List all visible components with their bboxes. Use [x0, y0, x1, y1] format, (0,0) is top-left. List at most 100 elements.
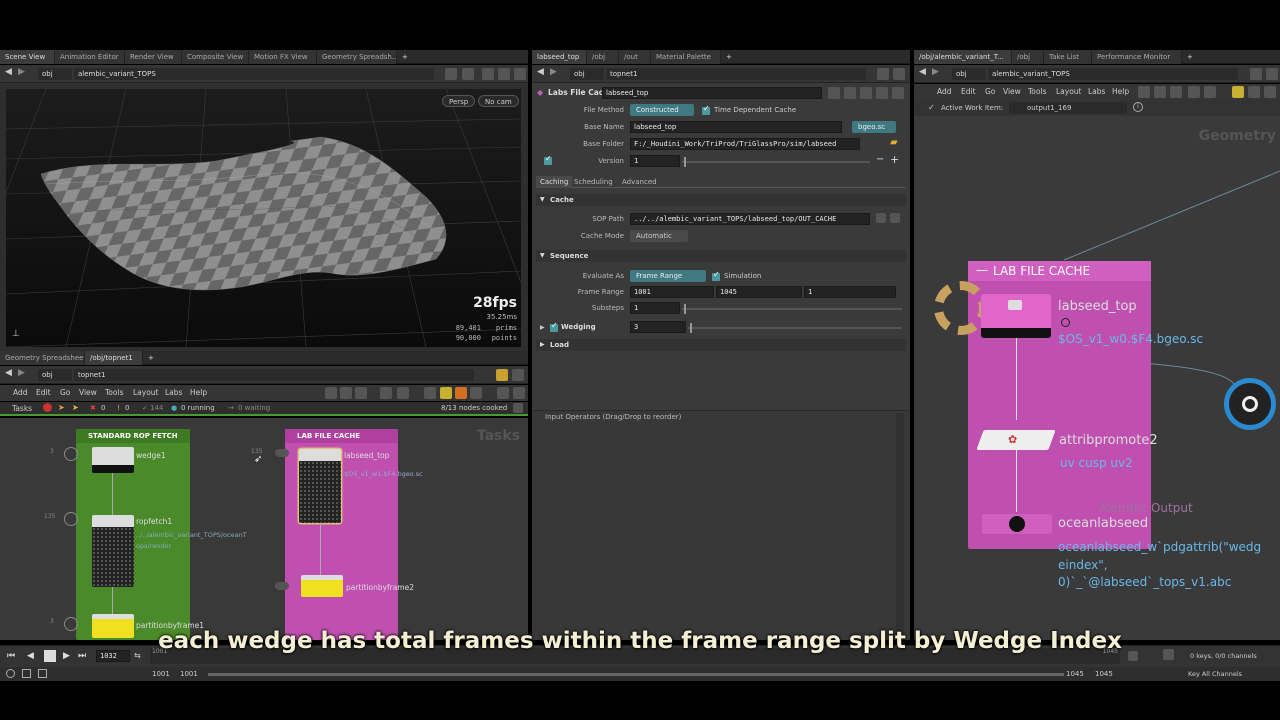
input-operators-scrollbar[interactable] [896, 413, 904, 633]
tool-icon-10[interactable] [513, 387, 525, 399]
ropfetch-node[interactable] [92, 515, 134, 587]
tab-out[interactable]: /out [619, 50, 651, 64]
path-root[interactable]: obj [38, 68, 72, 80]
base-name-field[interactable]: labseed_top [630, 121, 842, 133]
folder-icon[interactable]: ▰ [890, 137, 898, 148]
back-arrow-icon-2[interactable]: ◀ [5, 368, 12, 378]
tab-geometry-spreadsheet[interactable]: Geometry Spreadsh... [317, 50, 397, 64]
version-slider[interactable] [682, 157, 870, 167]
cook-output-icon[interactable]: ➤ [72, 403, 79, 412]
cache-section[interactable]: Cache [536, 194, 906, 206]
path-node-3[interactable]: topnet1 [606, 68, 866, 80]
tab-composite-view[interactable]: Composite View [182, 50, 249, 64]
sop-menu-view[interactable]: View [1003, 87, 1021, 96]
settings-icon-4[interactable] [1266, 68, 1278, 80]
maximize-icon[interactable] [514, 68, 526, 80]
settings-icon-3[interactable] [893, 68, 905, 80]
add-tab-button[interactable]: + [397, 50, 413, 64]
version-field[interactable]: 1 [630, 155, 680, 167]
menu-labs[interactable]: Labs [165, 388, 182, 397]
forward-arrow-icon-2[interactable]: ▶ [18, 368, 25, 378]
tool-icon-1[interactable] [325, 387, 337, 399]
pin-icon-3[interactable] [877, 68, 889, 80]
time-dependent-checkbox[interactable] [702, 104, 710, 115]
cancel-icon[interactable] [43, 403, 52, 412]
help-icon[interactable] [844, 87, 856, 99]
settings-icon[interactable] [498, 68, 510, 80]
tab-advanced[interactable]: Advanced [618, 176, 661, 188]
link-icon[interactable] [462, 68, 474, 80]
tab-scene-view[interactable]: Scene View [0, 50, 55, 64]
tab-alembic-variant[interactable]: /obj/alembic_variant_T... [914, 50, 1012, 64]
tool-icon-4[interactable] [380, 387, 392, 399]
wedging-slider[interactable] [688, 323, 902, 333]
evaluate-as-dropdown[interactable]: Frame Range [630, 270, 706, 282]
tab-obj-2[interactable]: /obj [1012, 50, 1044, 64]
select-node-icon[interactable] [890, 213, 900, 223]
range-icon-1[interactable] [6, 669, 15, 678]
tool-icon-8[interactable] [455, 387, 467, 399]
simulation-checkbox[interactable] [712, 270, 720, 281]
tab-scheduling[interactable]: Scheduling [570, 176, 617, 188]
tool-icon-3[interactable] [355, 387, 367, 399]
frame-inc-field[interactable]: 1 [804, 286, 896, 298]
tab-topnet1[interactable]: /obj/topnet1 [85, 351, 143, 365]
add-tab-button-4[interactable]: + [1182, 50, 1198, 64]
menu-help[interactable]: Help [190, 388, 207, 397]
path-root-3[interactable]: obj [570, 68, 604, 80]
no-cam-button[interactable]: No cam [478, 95, 519, 107]
menu-edit[interactable]: Edit [36, 388, 51, 397]
sop-menu-go[interactable]: Go [985, 87, 995, 96]
tab-caching[interactable]: Caching [536, 176, 573, 188]
sop-tool-icon-6[interactable] [1232, 86, 1244, 98]
tops-network-editor[interactable]: Tasks STANDARD ROP FETCH 3 wedge1 135 ro… [0, 418, 528, 640]
search-icon[interactable] [497, 387, 509, 399]
frame-end-field[interactable]: 1045 [716, 286, 802, 298]
sequence-section[interactable]: Sequence [536, 250, 906, 262]
menu-add[interactable]: Add [13, 388, 28, 397]
wedge-node[interactable] [92, 447, 134, 473]
tool-icon-7[interactable] [440, 387, 452, 399]
collapse-icon[interactable]: — [976, 263, 988, 277]
sop-menu-tools[interactable]: Tools [1028, 87, 1046, 96]
tasks-settings-icon[interactable] [513, 403, 523, 413]
wedging-expand-icon[interactable]: ▶ [540, 324, 545, 331]
cache-mode-dropdown[interactable]: Automatic [630, 230, 688, 242]
sop-tool-icon-1[interactable] [1138, 86, 1150, 98]
info-icon[interactable] [860, 87, 872, 99]
forward-arrow-icon-3[interactable]: ▶ [550, 67, 557, 77]
node-name-field[interactable]: labseed_top [602, 87, 822, 99]
forward-arrow-icon[interactable]: ▶ [18, 67, 25, 77]
tab-geometry-spreadsheet-2[interactable]: Geometry Spreadsheet [0, 351, 85, 365]
base-folder-field[interactable]: F:/_Houdini_Work/TriProd/TriGlassPro/sim… [630, 138, 860, 150]
settings-icon-2[interactable] [512, 369, 524, 381]
sop-tool-icon-5[interactable] [1204, 86, 1216, 98]
path-node-2[interactable]: topnet1 [74, 369, 474, 381]
menu-view[interactable]: View [79, 388, 97, 397]
forward-arrow-icon-4[interactable]: ▶ [932, 67, 939, 77]
sop-tool-icon-4[interactable] [1188, 86, 1200, 98]
sop-menu-add[interactable]: Add [937, 87, 952, 96]
jump-icon[interactable] [876, 213, 886, 223]
file-method-dropdown[interactable]: Constructed [630, 104, 694, 116]
back-arrow-icon-3[interactable]: ◀ [537, 67, 544, 77]
path-root-4[interactable]: obj [952, 68, 986, 80]
input-operators-panel[interactable]: Input Operators (Drag/Drop to reorder) [532, 410, 910, 640]
range-icon-2[interactable] [22, 669, 31, 678]
wedging-field[interactable]: 3 [630, 321, 686, 333]
back-arrow-icon[interactable]: ◀ [5, 67, 12, 77]
eye-icon[interactable] [876, 87, 888, 99]
path-root-2[interactable]: obj [38, 369, 72, 381]
sop-path-field[interactable]: ../../alembic_variant_TOPS/labseed_top/O… [630, 213, 870, 225]
menu-tools[interactable]: Tools [105, 388, 123, 397]
tool-icon-5[interactable] [397, 387, 409, 399]
tab-take-list[interactable]: Take List [1044, 50, 1092, 64]
key-all-channels-button[interactable]: Key All Channels [1188, 670, 1242, 678]
version-checkbox[interactable] [544, 154, 552, 165]
menu-layout[interactable]: Layout [133, 388, 159, 397]
tool-icon-9[interactable] [470, 387, 482, 399]
work-item-info-icon[interactable]: i [1133, 102, 1143, 112]
extension-dropdown[interactable]: bgeo.sc [852, 121, 896, 133]
sop-tool-icon-7[interactable] [1248, 86, 1260, 98]
tab-performance-monitor[interactable]: Performance Monitor [1092, 50, 1182, 64]
